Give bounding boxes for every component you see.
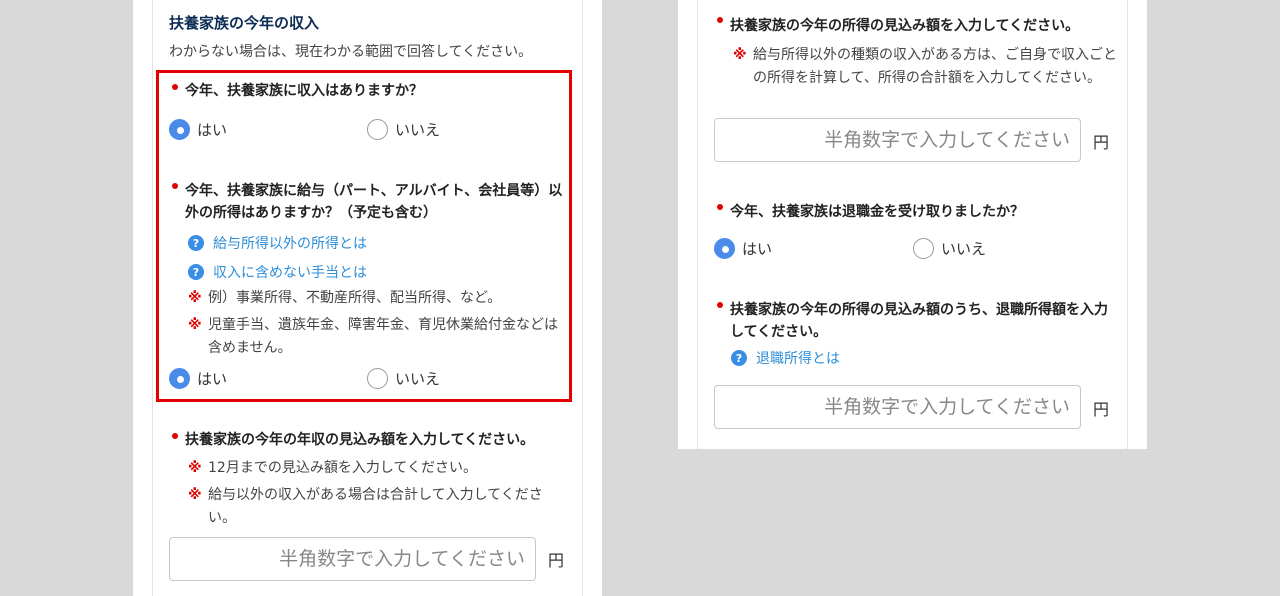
radio-selected-icon <box>714 238 735 259</box>
note-text: 児童手当、遺族年金、障害年金、育児休業給付金などは含めません。 <box>208 317 558 356</box>
radio-has-income-yes[interactable]: はい <box>169 119 227 140</box>
yen-unit-label: 円 <box>548 551 565 570</box>
required-dot-icon <box>172 84 178 90</box>
note-text: 給与所得以外の種類の収入がある方は、ご自身で収入ごとの所得を計算して、所得の合計… <box>753 47 1117 86</box>
note-text: 給与以外の収入がある場合は合計して入力してください。 <box>208 487 543 526</box>
yen-unit-label: 円 <box>1093 400 1110 419</box>
left-form-panel: 扶養家族の今年の収入 わからない場合は、現在わかる範囲で回答してください。 今年… <box>133 0 602 596</box>
question-expected-earnings: 扶養家族の今年の所得の見込み額を入力してください。 <box>730 18 1080 34</box>
help-link-non-salary-income[interactable]: ? 給与所得以外の所得とは <box>188 233 367 253</box>
help-link-retirement-income[interactable]: ? 退職所得とは <box>731 348 840 368</box>
question-retirement-earnings: 扶養家族の今年の所得の見込み額のうち、退職所得額を入力してください。 <box>730 302 1108 340</box>
radio-label: はい <box>197 370 228 388</box>
radio-label: いいえ <box>395 370 441 388</box>
note-calc-earnings: ※ 給与所得以外の種類の収入がある方は、ご自身で収入ごとの所得を計算して、所得の… <box>733 44 1118 90</box>
expected-earnings-input[interactable] <box>714 118 1081 162</box>
help-link-label: 給与所得以外の所得とは <box>213 236 367 252</box>
reference-mark-icon: ※ <box>188 460 202 476</box>
annual-income-input[interactable] <box>169 537 536 581</box>
question-retirement-allowance: 今年、扶養家族は退職金を受け取りましたか？ <box>730 204 1024 220</box>
note-text: 12月までの見込み額を入力してください。 <box>208 460 477 476</box>
help-link-excluded-allowances[interactable]: ? 収入に含めない手当とは <box>188 262 367 282</box>
note-until-december: ※ 12月までの見込み額を入力してください。 <box>188 457 558 480</box>
reference-mark-icon: ※ <box>733 47 747 63</box>
question-circle-icon: ? <box>731 350 747 366</box>
required-dot-icon <box>717 204 723 210</box>
radio-label: はい <box>197 121 228 139</box>
radio-other-income-no[interactable]: いいえ <box>367 368 440 389</box>
question-circle-icon: ? <box>188 235 204 251</box>
required-dot-icon <box>172 183 178 189</box>
right-form-panel: 扶養家族の今年の所得の見込み額を入力してください。 ※ 給与所得以外の種類の収入… <box>678 0 1147 449</box>
reference-mark-icon: ※ <box>188 487 202 503</box>
help-link-label: 収入に含めない手当とは <box>213 265 367 281</box>
radio-has-income-no[interactable]: いいえ <box>367 119 440 140</box>
note-text: 例）事業所得、不動産所得、配当所得、など。 <box>208 290 502 306</box>
radio-unselected-icon <box>913 238 934 259</box>
reference-mark-icon: ※ <box>188 317 202 333</box>
required-dot-icon <box>172 433 178 439</box>
radio-selected-icon <box>169 119 190 140</box>
radio-other-income-yes[interactable]: はい <box>169 368 227 389</box>
radio-retirement-yes[interactable]: はい <box>714 238 772 259</box>
radio-label: いいえ <box>395 121 441 139</box>
question-annual-income: 扶養家族の今年の年収の見込み額を入力してください。 <box>185 432 535 448</box>
note-income-examples: ※ 例）事業所得、不動産所得、配当所得、など。 <box>188 287 558 310</box>
reference-mark-icon: ※ <box>188 290 202 306</box>
radio-selected-icon <box>169 368 190 389</box>
question-other-income: 今年、扶養家族に給与（パート、アルバイト、会社員等）以外の所得はありますか？（予… <box>185 183 563 221</box>
required-dot-icon <box>717 302 723 308</box>
retirement-earnings-input[interactable] <box>714 385 1081 429</box>
radio-label: いいえ <box>941 240 987 258</box>
required-dot-icon <box>717 17 723 23</box>
radio-unselected-icon <box>367 368 388 389</box>
note-excluded-allowances: ※ 児童手当、遺族年金、障害年金、育児休業給付金などは含めません。 <box>188 314 558 360</box>
yen-unit-label: 円 <box>1093 133 1110 152</box>
section-subtitle: わからない場合は、現在わかる範囲で回答してください。 <box>169 44 533 60</box>
question-circle-icon: ? <box>188 264 204 280</box>
note-sum-other-income: ※ 給与以外の収入がある場合は合計して入力してください。 <box>188 484 558 530</box>
help-link-label: 退職所得とは <box>756 351 840 367</box>
radio-label: はい <box>742 240 773 258</box>
question-has-income: 今年、扶養家族に収入はありますか？ <box>185 83 423 99</box>
section-title: 扶養家族の今年の収入 <box>169 14 320 32</box>
radio-retirement-no[interactable]: いいえ <box>913 238 986 259</box>
radio-unselected-icon <box>367 119 388 140</box>
